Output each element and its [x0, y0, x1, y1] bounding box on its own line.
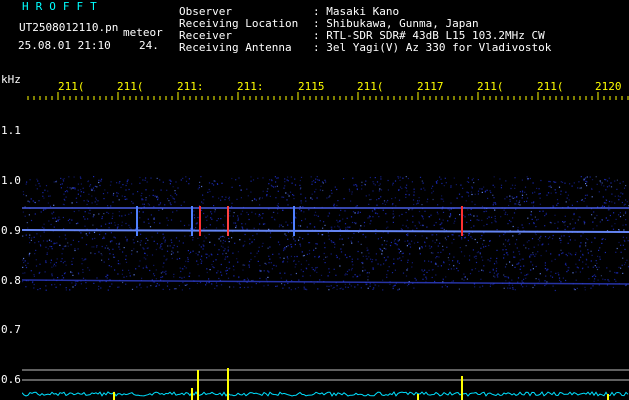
y-tick-label: 0.8 — [1, 274, 21, 287]
spectrogram — [22, 176, 629, 400]
app-brand: HROFFT — [22, 0, 104, 13]
antenna-label: Receiving Antenna — [179, 41, 292, 54]
y-axis-unit: kHz — [1, 73, 21, 86]
y-tick-label: 0.9 — [1, 224, 21, 237]
amplitude-trace — [22, 391, 629, 397]
noise-floor-band — [22, 279, 629, 285]
datetime: 25.08.01 21:10 — [18, 39, 111, 52]
y-tick-label: 0.6 — [1, 373, 21, 386]
file-suffix: meteor — [123, 26, 163, 39]
y-tick-label: 0.7 — [1, 323, 21, 336]
antenna-value: : 3el Yagi(V) Az 330 for Vladivostok — [313, 41, 552, 54]
hrofft-display: { "header": { "brand": "HROFFT", "filena… — [0, 0, 629, 400]
y-tick-label: 1.1 — [1, 124, 21, 137]
y-tick-label: 1.0 — [1, 174, 21, 187]
file-name: UT2508012110.pn — [19, 21, 119, 34]
datetime-extra: 24. — [139, 39, 159, 52]
beacon-trace-main — [22, 229, 629, 233]
